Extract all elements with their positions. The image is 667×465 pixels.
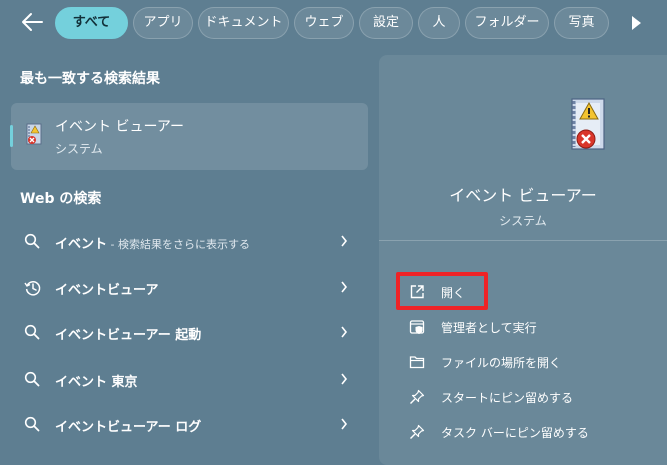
suggestion-text: イベント <box>55 237 108 252</box>
run-as-admin-label: 管理者として実行 <box>441 321 537 335</box>
web-suggestion-item[interactable]: イベント - 検索結果をさらに表示する <box>11 224 368 260</box>
details-panel: イベント ビューアー システム 開く 管理者として実行 ファイルの場所を開く ス… <box>379 55 667 465</box>
chevron-right-icon <box>341 235 348 247</box>
tab-web[interactable]: ウェブ <box>294 7 354 39</box>
search-icon <box>24 416 40 432</box>
best-match-subtitle: システム <box>55 142 103 156</box>
suggestion-text: イベント 東京 <box>55 375 138 390</box>
chevron-right-icon <box>341 326 348 338</box>
pin-to-start-label: スタートにピン留めする <box>441 391 574 405</box>
pin-icon <box>410 424 425 439</box>
pin-to-taskbar-label: タスク バーにピン留めする <box>441 426 589 440</box>
event-viewer-large-icon <box>571 98 605 150</box>
filter-bar: すべて アプリ ドキュメント ウェブ 設定 人 フォルダー 写真 <box>0 0 667 48</box>
details-subtitle: システム <box>499 214 547 228</box>
tab-documents[interactable]: ドキュメント <box>198 7 289 39</box>
web-search-heading: Web の検索 <box>20 191 102 207</box>
web-suggestion-item[interactable]: イベントビューア <box>11 270 368 306</box>
details-title: イベント ビューアー <box>449 186 597 205</box>
tab-all[interactable]: すべて <box>55 7 128 39</box>
search-icon <box>24 233 40 249</box>
tab-apps[interactable]: アプリ <box>133 7 193 39</box>
selection-indicator <box>10 125 13 147</box>
highlight-box <box>396 272 488 310</box>
tab-people[interactable]: 人 <box>418 7 460 39</box>
suggestion-text: イベントビューアー 起動 <box>55 328 202 343</box>
search-icon <box>24 324 40 340</box>
tab-folders[interactable]: フォルダー <box>465 7 549 39</box>
pin-icon <box>410 389 425 404</box>
suggestion-hint: - 検索結果をさらに表示する <box>107 238 250 251</box>
history-icon <box>24 281 41 296</box>
suggestion-text: イベントビューアー ログ <box>55 420 202 435</box>
tab-photos[interactable]: 写真 <box>554 7 609 39</box>
divider <box>379 240 667 241</box>
run-as-admin-action[interactable]: 管理者として実行 <box>399 312 659 342</box>
pin-to-start-action[interactable]: スタートにピン留めする <box>399 382 659 412</box>
admin-shield-icon <box>409 320 425 334</box>
tab-settings[interactable]: 設定 <box>359 7 413 39</box>
chevron-right-icon <box>341 418 348 430</box>
web-suggestion-item[interactable]: イベントビューアー 起動 <box>11 315 368 351</box>
web-suggestion-item[interactable]: イベントビューアー ログ <box>11 407 368 443</box>
best-match-heading: 最も一致する検索結果 <box>20 71 160 87</box>
pin-to-taskbar-action[interactable]: タスク バーにピン留めする <box>399 417 659 447</box>
folder-icon <box>409 356 425 369</box>
back-arrow-icon[interactable] <box>18 10 46 34</box>
suggestion-text: イベントビューア <box>55 283 159 298</box>
web-suggestion-item[interactable]: イベント 東京 <box>11 362 368 398</box>
open-file-location-label: ファイルの場所を開く <box>441 356 562 370</box>
more-filters-arrow-icon[interactable] <box>632 16 641 30</box>
open-file-location-action[interactable]: ファイルの場所を開く <box>399 347 659 377</box>
search-icon <box>24 371 40 387</box>
best-match-item[interactable]: イベント ビューアー システム <box>10 103 368 170</box>
chevron-right-icon <box>341 373 348 385</box>
event-viewer-icon <box>26 123 42 145</box>
chevron-right-icon <box>341 281 348 293</box>
best-match-title: イベント ビューアー <box>55 119 185 135</box>
